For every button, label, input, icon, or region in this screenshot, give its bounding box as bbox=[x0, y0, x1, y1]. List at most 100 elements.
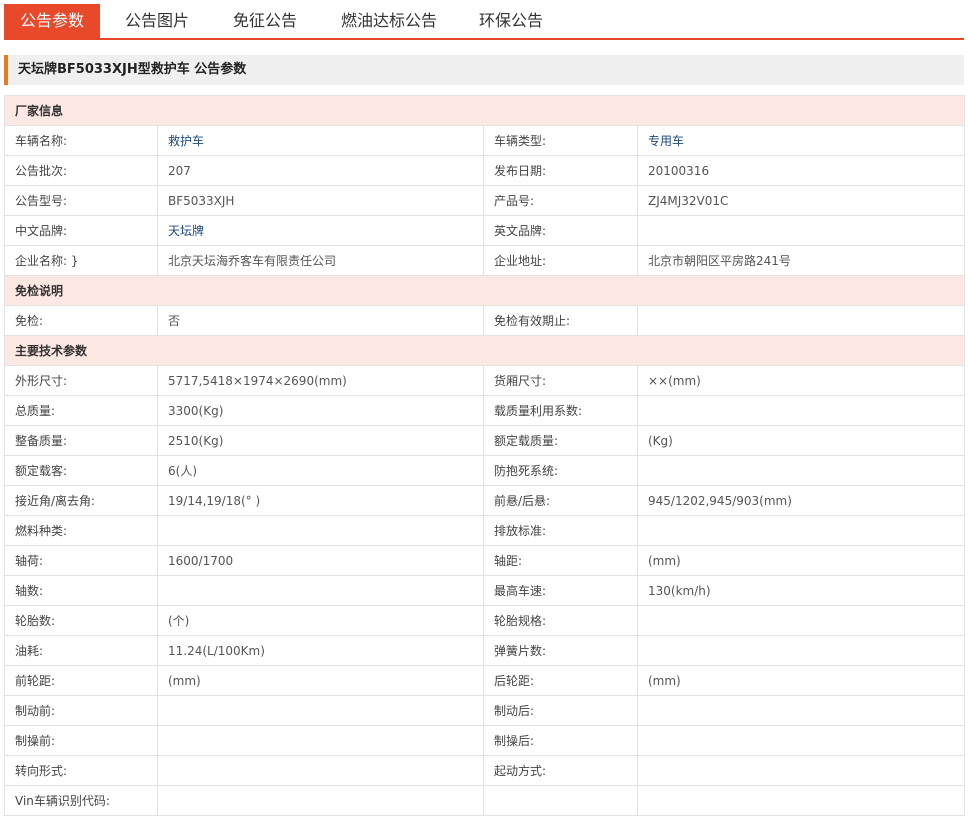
page-title-bar: 天坛牌BF5033XJH型救护车 公告参数 bbox=[4, 55, 964, 85]
label-exempt: 免检: bbox=[4, 305, 158, 336]
label-vehicle-type: 车辆类型: bbox=[483, 125, 638, 156]
table-row: 轴荷: 1600/1700 轴距: (mm) bbox=[4, 545, 966, 576]
value-exempt: 否 bbox=[157, 305, 484, 336]
table-row: 车辆名称: 救护车 车辆类型: 专用车 bbox=[4, 125, 966, 156]
label-exempt-expiry: 免检有效期止: bbox=[483, 305, 638, 336]
table-row: 油耗: 11.24(L/100Km) 弹簧片数: bbox=[4, 635, 966, 666]
label-product-no: 产品号: bbox=[483, 185, 638, 216]
label-axle-count: 轴数: bbox=[4, 575, 158, 606]
value-product-no: ZJ4MJ32V01C bbox=[636, 185, 966, 216]
label-rated-passengers: 额定载客: bbox=[4, 455, 158, 486]
value-emission-standard bbox=[636, 515, 966, 546]
label-front-track: 前轮距: bbox=[4, 665, 158, 696]
value-fuel-consumption: 11.24(L/100Km) bbox=[157, 635, 484, 666]
tab-announcement-params[interactable]: 公告参数 bbox=[4, 4, 100, 38]
value-brake-op-front bbox=[157, 725, 484, 756]
params-table: 厂家信息 车辆名称: 救护车 车辆类型: 专用车 公告批次: 207 发布日期:… bbox=[3, 95, 966, 816]
value-steering-type bbox=[157, 755, 484, 786]
value-rear-track: (mm) bbox=[636, 665, 966, 696]
label-vin: Vin车辆识别代码: bbox=[4, 785, 158, 816]
section-exemption: 免检说明 bbox=[3, 275, 966, 306]
label-wheelbase: 轴距: bbox=[483, 545, 638, 576]
table-row: 制操前: 制操后: bbox=[4, 725, 966, 756]
table-row: 前轮距: (mm) 后轮距: (mm) bbox=[4, 665, 966, 696]
value-vin bbox=[157, 785, 484, 816]
label-model: 公告型号: bbox=[4, 185, 158, 216]
tab-bar: 公告参数 公告图片 免征公告 燃油达标公告 环保公告 bbox=[4, 4, 964, 40]
value-en-brand bbox=[636, 215, 966, 246]
value-rated-load: (Kg) bbox=[636, 425, 966, 456]
table-row: 公告批次: 207 发布日期: 20100316 bbox=[4, 155, 966, 186]
value-start-method bbox=[636, 755, 966, 786]
value-gross-mass: 3300(Kg) bbox=[157, 395, 484, 426]
table-row: Vin车辆识别代码: bbox=[4, 785, 966, 816]
table-row: 中文品牌: 天坛牌 英文品牌: bbox=[4, 215, 966, 246]
value-spring-leaves bbox=[636, 635, 966, 666]
value-batch: 207 bbox=[157, 155, 484, 186]
label-abs: 防抱死系统: bbox=[483, 455, 638, 486]
table-row: 外形尺寸: 5717,5418×1974×2690(mm) 货厢尺寸: ××(m… bbox=[4, 365, 966, 396]
value-exempt-expiry bbox=[636, 305, 966, 336]
label-dimensions: 外形尺寸: bbox=[4, 365, 158, 396]
table-row: 额定载客: 6(人) 防抱死系统: bbox=[4, 455, 966, 486]
tab-environmental[interactable]: 环保公告 bbox=[468, 4, 554, 38]
table-row: 总质量: 3300(Kg) 载质量利用系数: bbox=[4, 395, 966, 426]
value-cargo-dimensions: ××(mm) bbox=[636, 365, 966, 396]
table-row: 制动前: 制动后: bbox=[4, 695, 966, 726]
table-row: 轮胎数: (个) 轮胎规格: bbox=[4, 605, 966, 636]
label-vehicle-name: 车辆名称: bbox=[4, 125, 158, 156]
value-brake-front bbox=[157, 695, 484, 726]
value-axle-count bbox=[157, 575, 484, 606]
table-row: 转向形式: 起动方式: bbox=[4, 755, 966, 786]
tab-fuel-compliance[interactable]: 燃油达标公告 bbox=[330, 4, 448, 38]
table-row: 企业名称: } 北京天坛海乔客车有限责任公司 企业地址: 北京市朝阳区平房路24… bbox=[4, 245, 966, 276]
label-brake-rear: 制动后: bbox=[483, 695, 638, 726]
page-title: 天坛牌BF5033XJH型救护车 公告参数 bbox=[18, 62, 247, 77]
label-brake-op-front: 制操前: bbox=[4, 725, 158, 756]
value-curb-mass: 2510(Kg) bbox=[157, 425, 484, 456]
value-company-address: 北京市朝阳区平房路241号 bbox=[636, 245, 966, 276]
value-cn-brand[interactable]: 天坛牌 bbox=[157, 215, 484, 246]
value-release-date: 20100316 bbox=[636, 155, 966, 186]
label-gross-mass: 总质量: bbox=[4, 395, 158, 426]
value-front-track: (mm) bbox=[157, 665, 484, 696]
value-approach-departure-angle: 19/14,19/18(° ) bbox=[157, 485, 484, 516]
table-row: 燃料种类: 排放标准: bbox=[4, 515, 966, 546]
value-empty bbox=[636, 785, 966, 816]
label-cn-brand: 中文品牌: bbox=[4, 215, 158, 246]
value-vehicle-type[interactable]: 专用车 bbox=[636, 125, 966, 156]
tab-tax-exemption[interactable]: 免征公告 bbox=[222, 4, 308, 38]
value-brake-rear bbox=[636, 695, 966, 726]
label-load-factor: 载质量利用系数: bbox=[483, 395, 638, 426]
value-rated-passengers: 6(人) bbox=[157, 455, 484, 486]
label-max-speed: 最高车速: bbox=[483, 575, 638, 606]
tab-announcement-images[interactable]: 公告图片 bbox=[114, 4, 200, 38]
table-row: 接近角/离去角: 19/14,19/18(° ) 前悬/后悬: 945/1202… bbox=[4, 485, 966, 516]
value-vehicle-name[interactable]: 救护车 bbox=[157, 125, 484, 156]
label-release-date: 发布日期: bbox=[483, 155, 638, 186]
label-curb-mass: 整备质量: bbox=[4, 425, 158, 456]
value-tire-count: (个) bbox=[157, 605, 484, 636]
label-rear-track: 后轮距: bbox=[483, 665, 638, 696]
table-row: 公告型号: BF5033XJH 产品号: ZJ4MJ32V01C bbox=[4, 185, 966, 216]
label-axle-load: 轴荷: bbox=[4, 545, 158, 576]
value-fuel-type bbox=[157, 515, 484, 546]
label-rated-load: 额定载质量: bbox=[483, 425, 638, 456]
label-cargo-dimensions: 货厢尺寸: bbox=[483, 365, 638, 396]
section-tech-params: 主要技术参数 bbox=[3, 335, 966, 366]
label-start-method: 起动方式: bbox=[483, 755, 638, 786]
label-empty bbox=[483, 785, 638, 816]
label-batch: 公告批次: bbox=[4, 155, 158, 186]
label-tire-spec: 轮胎规格: bbox=[483, 605, 638, 636]
label-company-name: 企业名称: } bbox=[4, 245, 158, 276]
label-steering-type: 转向形式: bbox=[4, 755, 158, 786]
label-spring-leaves: 弹簧片数: bbox=[483, 635, 638, 666]
section-manufacturer: 厂家信息 bbox=[3, 95, 966, 126]
label-emission-standard: 排放标准: bbox=[483, 515, 638, 546]
value-wheelbase: (mm) bbox=[636, 545, 966, 576]
value-max-speed: 130(km/h) bbox=[636, 575, 966, 606]
label-en-brand: 英文品牌: bbox=[483, 215, 638, 246]
table-row: 轴数: 最高车速: 130(km/h) bbox=[4, 575, 966, 606]
value-abs bbox=[636, 455, 966, 486]
label-approach-departure-angle: 接近角/离去角: bbox=[4, 485, 158, 516]
